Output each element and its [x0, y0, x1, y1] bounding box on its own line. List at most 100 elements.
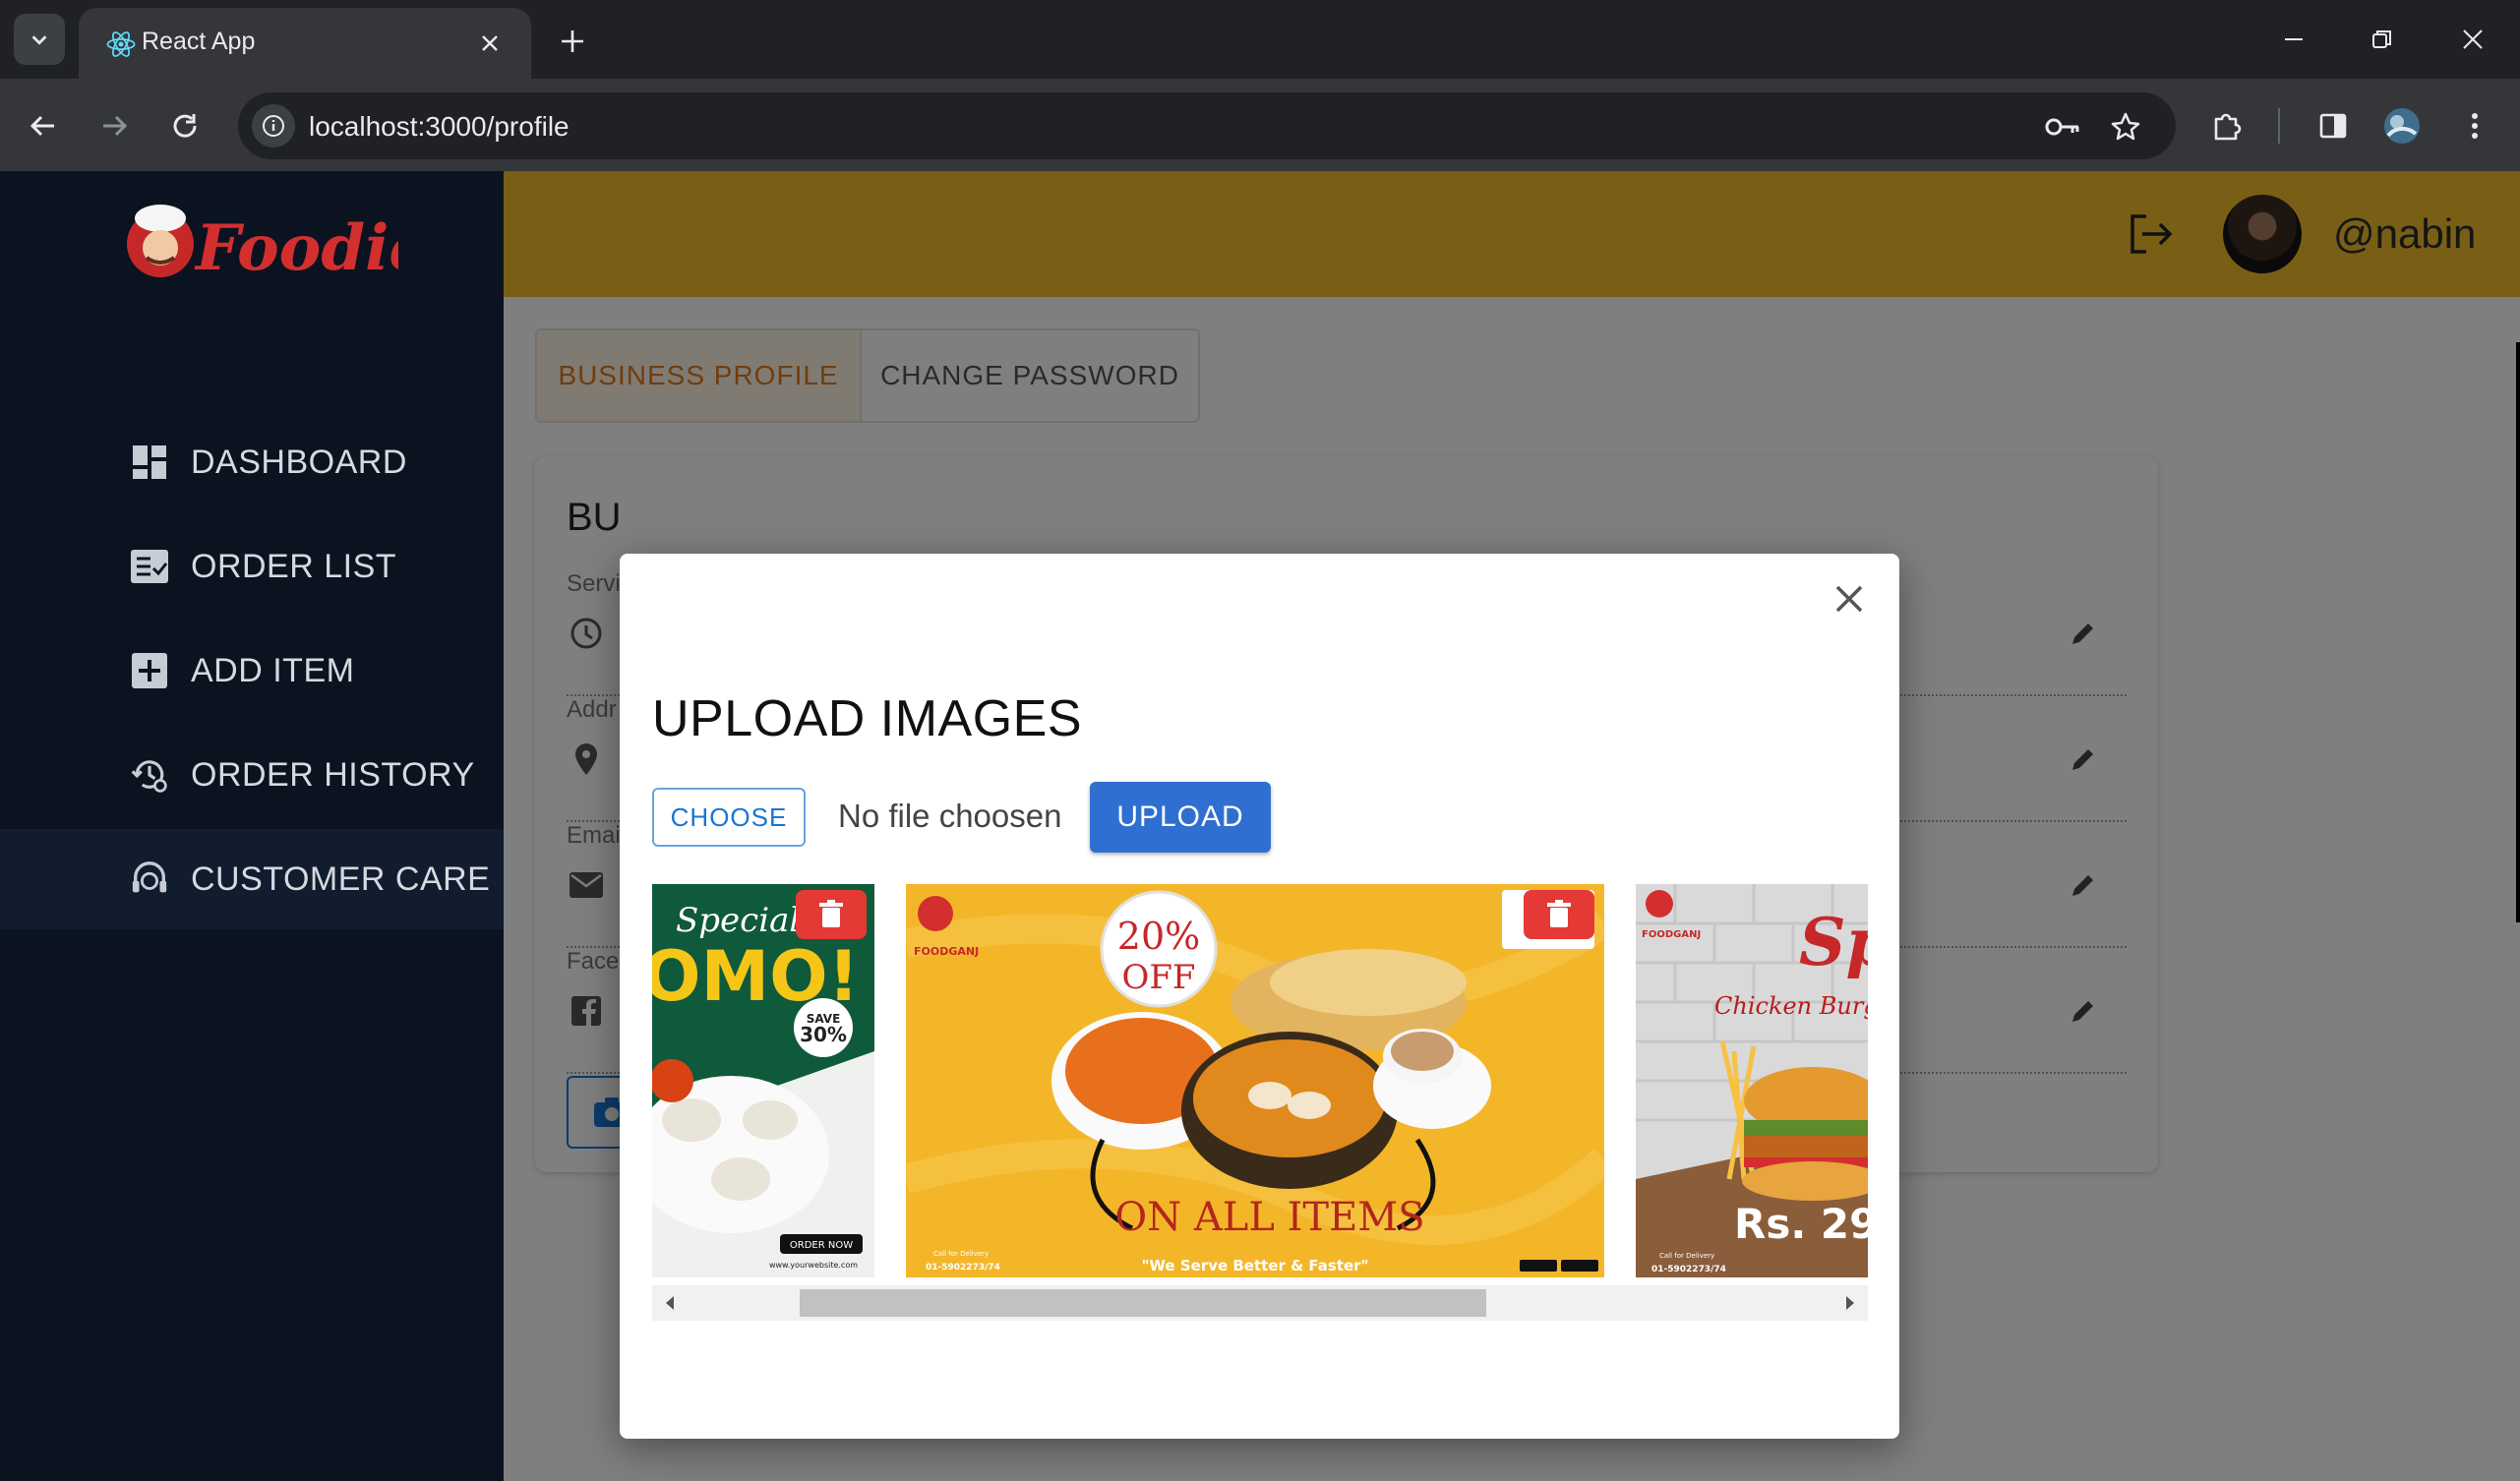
window-edge	[2516, 342, 2520, 922]
support-agent-icon	[130, 859, 169, 899]
react-logo-icon	[106, 31, 136, 57]
momo-website: www.yourwebsite.com	[769, 1261, 858, 1270]
sidebar-item-customer-care[interactable]: CUSTOMER CARE	[0, 829, 504, 929]
momo-badge-value: 30%	[800, 1023, 847, 1046]
toolbar-divider	[2278, 108, 2280, 144]
triangle-right-icon	[1846, 1296, 1854, 1310]
browser-toolbar: localhost:3000/profile	[0, 79, 2520, 171]
discount-tagline: "We Serve Better & Faster"	[1142, 1257, 1369, 1274]
sidebar-item-label: ORDER HISTORY	[191, 755, 475, 794]
delete-image-button[interactable]	[1524, 890, 1594, 939]
discount-headline: ON ALL ITEMS	[1114, 1195, 1424, 1240]
burger-phone: 01-5902273/74	[1651, 1265, 1726, 1274]
minimize-icon	[2285, 38, 2303, 40]
more-vertical-icon	[2472, 113, 2478, 139]
upload-images-modal: UPLOAD IMAGES CHOOSE No file choosen UPL…	[620, 554, 1899, 1439]
trash-icon	[1547, 900, 1571, 927]
tab-strip: React App	[0, 0, 2520, 79]
chevron-down-icon	[31, 35, 47, 45]
extensions-button[interactable]	[2201, 100, 2252, 151]
restore-icon	[2372, 30, 2391, 48]
discount-phone: 01-5902273/74	[926, 1263, 1000, 1273]
sidebar-item-label: ADD ITEM	[191, 651, 355, 689]
choose-file-button[interactable]: CHOOSE	[652, 788, 806, 847]
image-gallery: Special OMO! SAVE 30% ORDER NOW www.your…	[652, 884, 1868, 1277]
reload-icon	[173, 114, 197, 138]
dashboard-icon	[130, 443, 169, 482]
discount-sub: OFF	[1121, 958, 1195, 997]
info-icon	[263, 115, 284, 137]
tab-close-button[interactable]	[472, 26, 508, 61]
password-key-button[interactable]	[2044, 108, 2081, 146]
discount-promo-image: FOODGANJ 20% OFF ON ALL ITEMS "We Serve …	[906, 884, 1604, 1277]
logo-wordmark: Foodie	[194, 211, 398, 285]
browser-chrome: React App localhost:3000/profile	[0, 0, 2520, 171]
scroll-right-button[interactable]	[1832, 1285, 1868, 1321]
delete-image-button[interactable]	[796, 890, 867, 939]
foodganj-brand: FOODGANJ	[914, 945, 979, 958]
sidebar-item-label: ORDER LIST	[191, 547, 397, 585]
sidebar-item-order-list[interactable]: ORDER LIST	[0, 516, 504, 617]
momo-title: Special	[676, 901, 800, 940]
burger-brand: FOODGANJ	[1642, 929, 1701, 940]
address-bar[interactable]: localhost:3000/profile	[238, 92, 2176, 159]
burger-price: Rs. 29	[1734, 1200, 1868, 1248]
burger-call-label: Call for Delivery	[1659, 1252, 1714, 1260]
profile-avatar-icon	[2384, 108, 2420, 144]
arrow-left-icon	[30, 115, 54, 137]
burger-promo-image: FOODGANJ Spe Chicken Burger Rs. 29 Call …	[1636, 884, 1868, 1277]
scroll-left-button[interactable]	[652, 1285, 688, 1321]
trash-icon	[819, 900, 843, 927]
add-box-icon	[130, 651, 169, 690]
tab-title: React App	[142, 28, 256, 55]
star-icon	[2111, 112, 2140, 141]
gallery-image-momo: Special OMO! SAVE 30% ORDER NOW www.your…	[652, 884, 874, 1277]
bookmark-button[interactable]	[2107, 108, 2144, 146]
sidebar-item-label: CUSTOMER CARE	[191, 859, 491, 898]
menu-button[interactable]	[2449, 100, 2500, 151]
gallery-image-discount: FOODGANJ 20% OFF ON ALL ITEMS "We Serve …	[906, 884, 1604, 1277]
burger-title: Spe	[1799, 904, 1868, 980]
scrollbar-thumb[interactable]	[800, 1289, 1487, 1317]
triangle-left-icon	[666, 1296, 674, 1310]
profile-button[interactable]	[2376, 100, 2428, 151]
new-tab-button[interactable]	[551, 20, 594, 63]
puzzle-icon	[2214, 113, 2242, 141]
modal-title: UPLOAD IMAGES	[652, 690, 1083, 747]
tab-search-button[interactable]	[14, 14, 65, 65]
sidebar-item-add-item[interactable]: ADD ITEM	[0, 621, 504, 721]
app-root: Foodie DASHBOARD ORDER LIST ADD ITEM	[0, 171, 2520, 1481]
discount-value: 20%	[1117, 915, 1200, 958]
sidebar-item-order-history[interactable]: ORDER HISTORY	[0, 725, 504, 825]
sidebar: Foodie DASHBOARD ORDER LIST ADD ITEM	[0, 171, 504, 1481]
discount-call-label: Call for Delivery	[933, 1250, 989, 1258]
url-text[interactable]: localhost:3000/profile	[309, 111, 570, 143]
close-icon	[2463, 30, 2483, 49]
minimize-button[interactable]	[2264, 14, 2323, 65]
reload-button[interactable]	[159, 100, 210, 151]
foodie-logo[interactable]: Foodie	[113, 193, 429, 291]
burger-subtitle: Chicken Burger	[1714, 992, 1868, 1020]
browser-tab[interactable]: React App	[79, 8, 531, 79]
back-button[interactable]	[18, 100, 69, 151]
site-info-button[interactable]	[252, 104, 295, 148]
forward-button[interactable]	[89, 100, 140, 151]
momo-cta: ORDER NOW	[790, 1240, 853, 1251]
gallery-image-burger: FOODGANJ Spe Chicken Burger Rs. 29 Call …	[1636, 884, 1868, 1277]
modal-close-button[interactable]	[1828, 577, 1871, 621]
momo-promo-image: Special OMO! SAVE 30% ORDER NOW www.your…	[652, 884, 874, 1277]
restore-button[interactable]	[2353, 14, 2412, 65]
file-status-text: No file choosen	[838, 798, 1062, 834]
history-settings-icon	[130, 755, 169, 795]
close-icon	[482, 35, 498, 51]
sidebar-item-dashboard[interactable]: DASHBOARD	[0, 412, 504, 512]
close-window-button[interactable]	[2443, 14, 2502, 65]
close-icon	[1835, 585, 1863, 613]
plus-icon	[562, 30, 583, 52]
gallery-scrollbar[interactable]	[652, 1285, 1868, 1321]
upload-button[interactable]: UPLOAD	[1090, 782, 1271, 853]
order-list-icon	[130, 547, 169, 586]
key-icon	[2045, 118, 2079, 136]
side-panel-button[interactable]	[2308, 100, 2359, 151]
chef-mascot-icon: Foodie	[127, 205, 429, 285]
